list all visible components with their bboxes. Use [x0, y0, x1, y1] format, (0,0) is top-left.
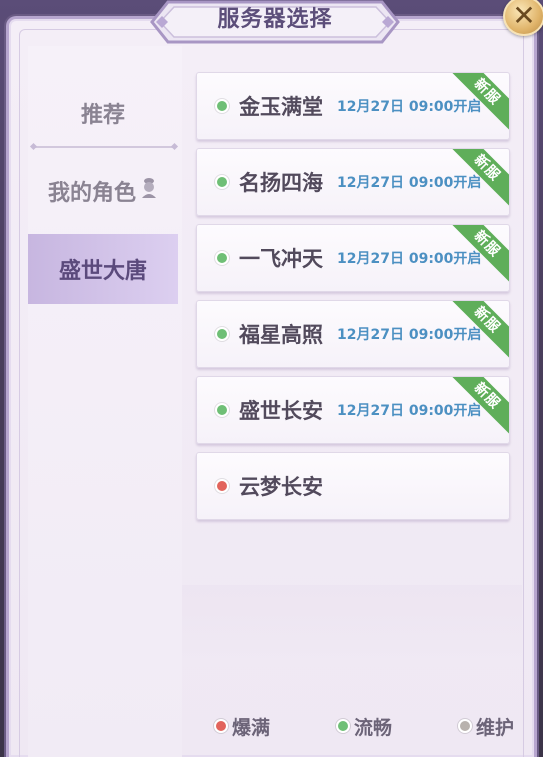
status-legend: 爆满 流畅 维护 — [214, 712, 514, 740]
status-smooth-icon — [215, 327, 229, 341]
legend-item-smooth: 流畅 — [335, 713, 392, 740]
status-maintenance-icon — [457, 719, 472, 733]
sidebar-item-recommended[interactable]: 推荐 — [28, 78, 178, 148]
status-smooth-icon — [215, 403, 229, 417]
sidebar-divider — [34, 146, 174, 148]
legend-label: 流畅 — [353, 716, 392, 739]
server-open-time: 12月27日 09:00开启 — [337, 175, 482, 191]
status-full-icon — [214, 719, 228, 733]
server-list: 金玉满堂 12月27日 09:00开启 新服 名扬四海 12月27日 09:00… — [196, 72, 512, 528]
server-open-time: 12月27日 09:00开启 — [337, 99, 482, 115]
server-card[interactable]: 福星高照 12月27日 09:00开启 新服 — [196, 300, 510, 368]
close-icon: ✕ — [512, 0, 536, 32]
status-smooth-icon — [215, 251, 229, 265]
server-name: 云梦长安 — [239, 475, 323, 499]
legend-label: 爆满 — [232, 716, 271, 739]
server-name: 盛世长安 — [239, 399, 323, 423]
server-card[interactable]: 名扬四海 12月27日 09:00开启 新服 — [196, 148, 510, 216]
status-smooth-icon — [335, 719, 350, 733]
sidebar-item-label: 我的角色 — [47, 181, 136, 206]
sidebar: 推荐 我的角色 盛世大唐 — [28, 46, 182, 757]
server-card[interactable]: 盛世长安 12月27日 09:00开启 新服 — [196, 376, 510, 444]
legend-item-full: 爆满 — [214, 713, 270, 740]
server-name: 金玉满堂 — [239, 95, 323, 119]
list-bottom-band — [182, 585, 522, 665]
server-card[interactable]: 云梦长安 — [196, 452, 510, 520]
sidebar-item-my-characters[interactable]: 我的角色 — [28, 156, 178, 226]
status-smooth-icon — [215, 99, 229, 113]
server-open-time: 12月27日 09:00开启 — [337, 327, 482, 343]
status-full-icon — [215, 479, 229, 493]
server-card[interactable]: 一飞冲天 12月27日 09:00开启 新服 — [196, 224, 510, 292]
close-button[interactable]: ✕ — [503, 0, 543, 36]
server-name: 名扬四海 — [239, 171, 323, 195]
legend-item-maintenance: 维护 — [457, 713, 514, 740]
title-plate: 服务器选择 — [150, 0, 400, 44]
server-name: 一飞冲天 — [239, 247, 323, 271]
legend-label: 维护 — [475, 716, 514, 739]
server-open-time: 12月27日 09:00开启 — [337, 403, 482, 419]
server-name: 福星高照 — [239, 323, 323, 347]
server-card[interactable]: 金玉满堂 12月27日 09:00开启 新服 — [196, 72, 510, 140]
page-title: 服务器选择 — [217, 7, 333, 32]
sidebar-item-shengshi-datang[interactable]: 盛世大唐 — [28, 234, 178, 304]
status-smooth-icon — [215, 175, 229, 189]
server-open-time: 12月27日 09:00开启 — [337, 251, 482, 267]
sidebar-item-label: 推荐 — [80, 103, 125, 128]
sidebar-item-label: 盛世大唐 — [58, 259, 147, 284]
character-head-icon — [140, 177, 158, 205]
